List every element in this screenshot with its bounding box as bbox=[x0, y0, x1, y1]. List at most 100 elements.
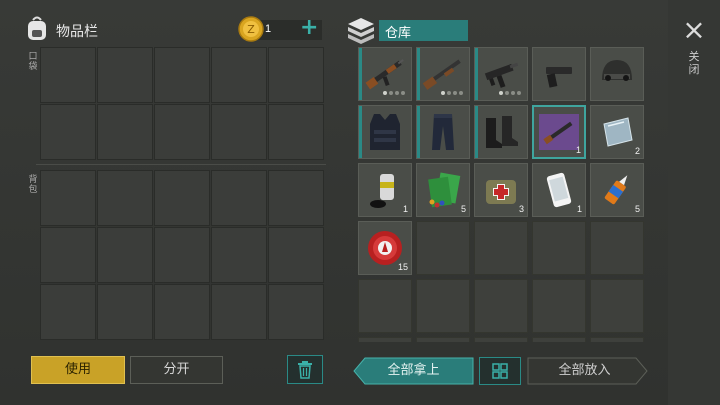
backpack-slot[interactable] bbox=[40, 170, 96, 226]
storage-slot[interactable] bbox=[590, 221, 644, 275]
pocket-slot[interactable] bbox=[268, 47, 324, 103]
storage-slot[interactable] bbox=[358, 279, 412, 333]
backpack-slot[interactable] bbox=[154, 170, 210, 226]
storage-slot[interactable] bbox=[474, 279, 528, 333]
backpack-slot[interactable] bbox=[211, 170, 267, 226]
backpack-slot[interactable] bbox=[97, 170, 153, 226]
boots-icon bbox=[486, 116, 518, 148]
backpack-label: 背包 bbox=[28, 175, 38, 195]
close-icon: × bbox=[682, 13, 706, 46]
item-count: 15 bbox=[397, 262, 408, 272]
add-coins-button[interactable]: + bbox=[300, 15, 318, 40]
storage-slot[interactable] bbox=[590, 279, 644, 333]
storage-slot-spray-can[interactable]: 1 bbox=[358, 163, 412, 217]
storage-slot[interactable] bbox=[416, 221, 470, 275]
storage-slot-pistol[interactable] bbox=[532, 47, 586, 101]
spray-can-icon bbox=[370, 174, 394, 208]
section-divider bbox=[36, 164, 326, 165]
split-button[interactable]: 分开 bbox=[130, 356, 223, 384]
storage-slot-first-aid-kit[interactable]: 3 bbox=[474, 163, 528, 217]
pocket-slot[interactable] bbox=[97, 47, 153, 103]
storage-title: 仓库 bbox=[385, 26, 412, 41]
backpack-slot[interactable] bbox=[268, 170, 324, 226]
svg-text:Z: Z bbox=[247, 23, 255, 36]
glass-plate-icon bbox=[603, 117, 633, 147]
coin-icon: Z bbox=[238, 16, 264, 42]
seed-packets-icon bbox=[428, 172, 461, 208]
storage-slot[interactable] bbox=[532, 221, 586, 275]
backpack-slot[interactable] bbox=[211, 227, 267, 283]
glue-bottle-icon bbox=[604, 175, 628, 205]
storage-slot-tactical-vest[interactable] bbox=[358, 105, 412, 159]
storage-slot[interactable] bbox=[358, 337, 412, 342]
storage-slot-combat-boots[interactable] bbox=[474, 105, 528, 159]
storage-slot[interactable] bbox=[532, 279, 586, 333]
backpack-slot[interactable] bbox=[154, 284, 210, 340]
backpack-slot[interactable] bbox=[97, 284, 153, 340]
storage-slot-submachine-gun[interactable] bbox=[474, 47, 528, 101]
storage-slot-assault-rifle[interactable] bbox=[358, 47, 412, 101]
smartphone-icon bbox=[546, 172, 572, 208]
storage-slot[interactable] bbox=[416, 337, 470, 342]
backpack-slot[interactable] bbox=[268, 227, 324, 283]
close-button[interactable]: × 关闭 bbox=[680, 16, 708, 86]
pocket-slot[interactable] bbox=[211, 47, 267, 103]
delete-button[interactable] bbox=[287, 355, 323, 384]
storage-slot-smartphone[interactable]: 1 bbox=[532, 163, 586, 217]
storage-icon bbox=[346, 16, 376, 44]
backpack-slot[interactable] bbox=[40, 227, 96, 283]
backpack-slot[interactable] bbox=[154, 227, 210, 283]
submachine-gun-icon bbox=[484, 62, 519, 88]
backpack-slot[interactable] bbox=[40, 284, 96, 340]
first-aid-kit-icon bbox=[486, 180, 516, 204]
storage-slot[interactable] bbox=[532, 337, 586, 342]
use-button[interactable]: 使用 bbox=[31, 356, 125, 384]
storage-grid: 1 2 1 5 3 1 5 15 bbox=[358, 47, 644, 342]
storage-slot-tactical-pants[interactable] bbox=[416, 105, 470, 159]
close-label: 关闭 bbox=[688, 50, 700, 76]
storage-slot[interactable] bbox=[474, 221, 528, 275]
item-count: 1 bbox=[576, 204, 582, 214]
pants-icon bbox=[432, 114, 454, 150]
pocket-slot[interactable] bbox=[40, 104, 96, 160]
pocket-slot[interactable] bbox=[40, 47, 96, 103]
storage-slot-shotgun[interactable] bbox=[416, 47, 470, 101]
backpack-slot[interactable] bbox=[268, 284, 324, 340]
storage-slot[interactable] bbox=[474, 337, 528, 342]
backpack-icon bbox=[26, 16, 48, 42]
storage-slot-rifle-blueprint[interactable]: 1 bbox=[532, 105, 586, 159]
put-all-button[interactable]: 全部放入 bbox=[527, 357, 648, 385]
item-count: 1 bbox=[402, 204, 408, 214]
backpack-slot[interactable] bbox=[97, 227, 153, 283]
pocket-slot[interactable] bbox=[268, 104, 324, 160]
item-count: 2 bbox=[634, 146, 640, 156]
storage-slot-seed-packets[interactable]: 5 bbox=[416, 163, 470, 217]
take-all-label: 全部拿上 bbox=[387, 363, 440, 378]
pocket-slot[interactable] bbox=[97, 104, 153, 160]
take-all-button[interactable]: 全部拿上 bbox=[353, 357, 474, 385]
coin-count: 1 bbox=[265, 23, 272, 35]
assault-rifle-icon bbox=[365, 59, 404, 90]
vest-icon bbox=[370, 114, 400, 150]
storage-slot-glue-bottle[interactable]: 5 bbox=[590, 163, 644, 217]
grid-sort-icon bbox=[492, 363, 508, 379]
pocket-label: 口袋 bbox=[28, 52, 38, 72]
put-all-label: 全部放入 bbox=[558, 363, 611, 378]
pocket-slot[interactable] bbox=[211, 104, 267, 160]
helmet-icon bbox=[602, 60, 632, 81]
storage-slot-combat-helmet[interactable] bbox=[590, 47, 644, 101]
storage-slot-bottle-cap[interactable]: 15 bbox=[358, 221, 412, 275]
backpack-slot[interactable] bbox=[211, 284, 267, 340]
storage-slot[interactable] bbox=[416, 279, 470, 333]
storage-slot-glass-plate[interactable]: 2 bbox=[590, 105, 644, 159]
pocket-slot[interactable] bbox=[154, 104, 210, 160]
sort-button[interactable] bbox=[479, 357, 521, 385]
item-count: 3 bbox=[518, 204, 524, 214]
shotgun-icon bbox=[422, 59, 461, 90]
inventory-title: 物品栏 bbox=[56, 24, 98, 40]
item-count: 1 bbox=[575, 145, 581, 155]
trash-icon bbox=[298, 360, 312, 379]
pocket-slot[interactable] bbox=[154, 47, 210, 103]
item-count: 5 bbox=[460, 204, 466, 214]
storage-slot[interactable] bbox=[590, 337, 644, 342]
